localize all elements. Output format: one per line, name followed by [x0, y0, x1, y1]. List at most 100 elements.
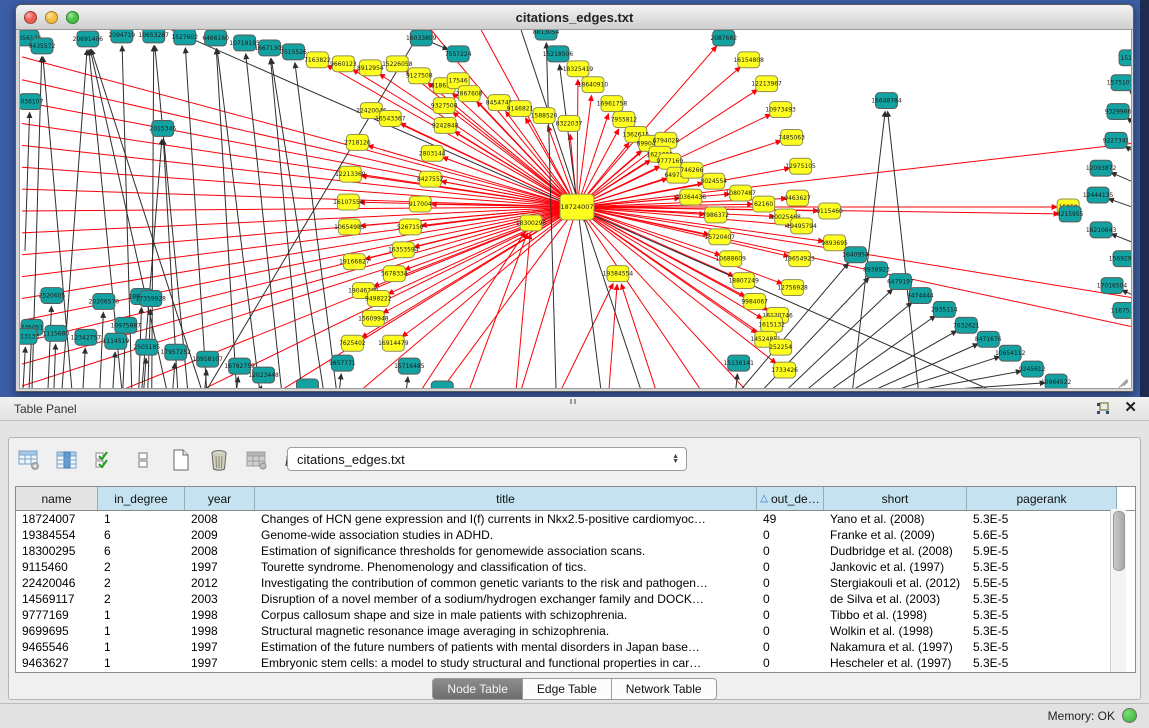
graph-edge: [54, 344, 56, 388]
graph-node-label: 5678334: [381, 271, 408, 278]
network-graph: 1872400718300295193845547163822966012389…: [20, 30, 1131, 388]
graph-node-label: 9329966: [1105, 109, 1131, 116]
table-cell-title: Disruption of a novel member of a sodium…: [255, 591, 757, 607]
table-row[interactable]: 1830029562008Estimation of significance …: [16, 543, 1135, 559]
table-cell-name: 9777169: [16, 607, 98, 623]
import-table-icon[interactable]: [245, 448, 269, 472]
graph-edge: [609, 285, 617, 388]
graph-node-label: 18724007: [560, 203, 593, 211]
network-canvas[interactable]: 1872400718300295193845547163822966012389…: [19, 29, 1132, 389]
table-cell-pagerank: 5.3E-5: [967, 591, 1117, 607]
column-header-out_degree[interactable]: △out_de…: [757, 487, 824, 510]
column-header-name[interactable]: name: [16, 487, 98, 510]
graph-node-label: 20691406: [73, 36, 104, 43]
close-panel-icon[interactable]: ✕: [1124, 400, 1137, 416]
window-resize-grip[interactable]: [1117, 374, 1129, 386]
table-panel-header[interactable]: Table Panel ✕: [0, 397, 1149, 421]
table-cell-title: Tourette syndrome. Phenomenology and cla…: [255, 559, 757, 575]
table-selector-value: citations_edges.txt: [297, 452, 672, 467]
graph-node-label: 10688609: [715, 256, 746, 263]
column-header-year[interactable]: year: [185, 487, 255, 510]
graph-node-label: 8215955: [1057, 211, 1084, 218]
panel-splitter-grip[interactable]: [570, 399, 578, 404]
table-row[interactable]: 2242004622012Investigating the contribut…: [16, 575, 1135, 591]
graph-node-label: 15609948: [358, 315, 389, 322]
table-mode-icon[interactable]: [17, 448, 41, 472]
delete-table-icon[interactable]: [207, 448, 231, 472]
graph-node-label: 7485063: [778, 134, 805, 141]
graph-node-label: 2867608: [456, 91, 483, 98]
graph-node-label: 16543367: [375, 116, 406, 123]
float-panel-icon[interactable]: [1096, 402, 1110, 415]
graph-node-label: 16782759: [224, 363, 255, 370]
desktop-edge-band: [1140, 0, 1149, 397]
table-row[interactable]: 969969511998Structural magnetic resonanc…: [16, 623, 1135, 639]
table-cell-out_degree: 49: [757, 511, 824, 527]
table-cell-short: de Silva et al. (2003): [824, 591, 967, 607]
graph-node-label: 8938923: [863, 267, 890, 274]
column-header-title[interactable]: title: [255, 487, 757, 510]
select-all-icon[interactable]: [93, 448, 117, 472]
graph-node-label: 10958107: [192, 356, 223, 363]
graph-node-label: 16648784: [871, 98, 902, 105]
new-table-icon[interactable]: [169, 448, 193, 472]
graph-node[interactable]: [297, 379, 319, 388]
column-header-short[interactable]: short: [824, 487, 967, 510]
row-selection-icon[interactable]: [131, 448, 155, 472]
table-cell-in_degree: 2: [98, 591, 185, 607]
table-cell-year: 1998: [185, 623, 255, 639]
close-window-button[interactable]: [24, 11, 37, 24]
graph-node-label: 9984067: [741, 298, 768, 305]
graph-node-label: 18325419: [563, 66, 594, 73]
graph-node[interactable]: [431, 381, 453, 388]
show-columns-icon[interactable]: [55, 448, 79, 472]
graph-node-label: 17359928: [136, 295, 167, 302]
minimize-window-button[interactable]: [45, 11, 58, 24]
table-panel-title: Table Panel: [14, 402, 77, 416]
graph-node-label: 8912954: [357, 65, 384, 72]
tab-network-table[interactable]: Network Table: [612, 678, 717, 700]
table-row[interactable]: 977716911998Corpus callosum shape and si…: [16, 607, 1135, 623]
table-cell-title: Corpus callosum shape and size in male p…: [255, 607, 757, 623]
tab-edge-table[interactable]: Edge Table: [523, 678, 612, 700]
tab-node-table[interactable]: Node Table: [432, 678, 523, 700]
column-header-pagerank[interactable]: pagerank: [967, 487, 1117, 510]
table-selector-dropdown[interactable]: citations_edges.txt ▲▼: [287, 447, 687, 471]
table-row[interactable]: 946554611997Estimation of the future num…: [16, 639, 1135, 655]
table-row[interactable]: 1456911722003Disruption of a novel membe…: [16, 591, 1135, 607]
network-window[interactable]: citations_edges.txt 18724007183002951938…: [15, 4, 1134, 392]
graph-node-label: 12444135: [1083, 192, 1114, 199]
graph-edge: [942, 383, 1045, 388]
window-titlebar[interactable]: citations_edges.txt: [16, 5, 1133, 30]
table-cell-pagerank: 5.6E-5: [967, 527, 1117, 543]
table-cell-out_degree: 0: [757, 575, 824, 591]
graph-edge: [100, 312, 103, 388]
table-row[interactable]: 911546021997Tourette syndrome. Phenomeno…: [16, 559, 1135, 575]
scrollbar-thumb[interactable]: [1113, 511, 1125, 571]
graph-node-label: 9227341: [1103, 137, 1130, 144]
graph-node-label: 20364436: [676, 194, 707, 201]
table-vertical-scrollbar[interactable]: [1110, 509, 1126, 672]
graph-node-label: 16210643: [1086, 227, 1117, 234]
graph-edge: [361, 213, 570, 388]
graph-node-label: 9245612: [1019, 366, 1046, 373]
graph-edge: [113, 352, 115, 388]
table-cell-title: Estimation of significance thresholds fo…: [255, 543, 757, 559]
table-cell-year: 1997: [185, 655, 255, 671]
table-cell-year: 1998: [185, 607, 255, 623]
node-table: name in_degreeyeartitle△out_de…shortpager…: [15, 486, 1136, 673]
table-row[interactable]: 1938455462009Genome-wide association stu…: [16, 527, 1135, 543]
table-cell-year: 1997: [185, 639, 255, 655]
graph-edge: [807, 303, 912, 388]
zoom-window-button[interactable]: [66, 11, 79, 24]
table-cell-in_degree: 1: [98, 511, 185, 527]
column-header-in_degree[interactable]: in_degree: [98, 487, 185, 510]
graph-node-label: 12093872: [1086, 165, 1117, 172]
column-header-label: name: [41, 492, 71, 506]
graph-edge: [1111, 234, 1131, 249]
table-row[interactable]: 946362711997Embryonic stem cells: a mode…: [16, 655, 1135, 671]
graph-node-label: 2935114: [931, 306, 958, 313]
graph-node-label: 7632621: [953, 322, 980, 329]
table-row[interactable]: 1872400712008Changes of HCN gene express…: [16, 511, 1135, 527]
graph-edge: [402, 212, 570, 336]
